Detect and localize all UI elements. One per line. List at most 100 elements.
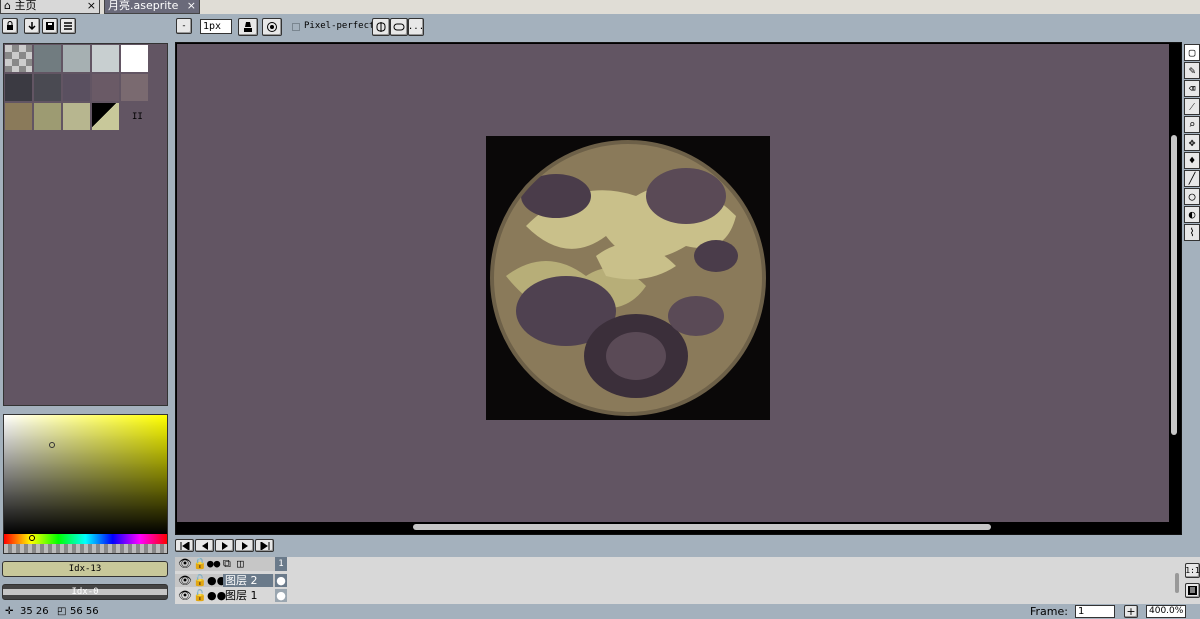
layer-name[interactable]: 图层 1 [223,589,258,602]
more-label: ... [407,22,425,32]
prev-frame-icon[interactable] [195,539,214,552]
frame-input[interactable]: 1 [1075,605,1115,618]
hue-handle[interactable] [29,535,35,541]
palette-swatch[interactable] [34,45,62,73]
more-options-button[interactable]: ... [408,18,424,36]
lock-icon[interactable]: 🔓 [193,574,207,587]
horizontal-scrollbar[interactable] [413,524,991,530]
symmetry-options-icon[interactable] [390,18,408,36]
home-icon: ⌂ [4,0,11,12]
selection-size: 56 56 [70,606,99,617]
lock-icon[interactable]: 🔒 [193,557,207,570]
lock-icon[interactable]: 🔓 [193,589,207,602]
onion-skin-icon[interactable]: ◫ [237,557,244,570]
layer-name[interactable]: 图层 2 [223,574,273,587]
foreground-color-button[interactable]: Idx-13 [2,561,168,577]
saturation-value-area[interactable] [4,415,167,534]
timeline: 👁 🔒 ●● ⧉ ◫ 1 👁 🔓 ●● 图层 2 ● 👁 🔓 ●● 图层 1 ● [175,557,1200,604]
timeline-header: 👁 🔒 ●● ⧉ ◫ [175,557,275,571]
ink-icon[interactable] [238,18,258,36]
cel-icon[interactable]: ● [275,589,287,602]
move-icon[interactable]: ✥ [1184,134,1200,151]
palette-swatch[interactable] [92,74,120,102]
palette-swatch[interactable] [92,103,120,131]
save-icon[interactable] [42,18,58,34]
background-color-button[interactable]: Idx-0 [2,584,168,600]
symmetry-icon[interactable] [372,18,390,36]
arrow-down-icon[interactable] [24,18,40,34]
timeline-scrollbar[interactable] [1175,573,1179,593]
blur-icon[interactable]: ⌇ [1184,224,1200,241]
eyedropper-icon[interactable]: ⁄ [1184,98,1200,115]
menu-icon[interactable] [60,18,76,34]
frame-header[interactable]: 1 [275,557,287,571]
playback-controls [175,539,275,553]
color-picker[interactable] [3,414,168,554]
palette-swatch[interactable] [5,45,33,73]
pixel-perfect-label: Pixel-perfect [304,21,375,31]
zoom-icon[interactable]: ⌕ [1184,116,1200,133]
crosshair-icon: ✛ [5,606,14,617]
tab-home[interactable]: ⌂ 主页 × [0,0,100,14]
tab-moon-file[interactable]: 月亮.aseprite × [104,0,200,14]
background-color-label: Idx-0 [71,587,99,597]
contour-icon[interactable]: ◐ [1184,206,1200,223]
next-frame-icon[interactable] [235,539,254,552]
layer-row[interactable]: 👁 🔓 ●● 图层 1 ● [175,589,287,602]
selection-icon: ◰ [57,606,67,617]
palette-swatch[interactable] [5,74,33,102]
brush-size-input[interactable]: 1px [200,19,232,34]
palette-swatch[interactable] [5,103,33,131]
alpha-slider[interactable] [4,544,167,553]
palette-swatch[interactable] [92,45,120,73]
close-icon[interactable]: × [187,0,196,12]
palette-swatch[interactable] [63,74,91,102]
palette-swatch[interactable] [34,74,62,102]
first-frame-icon[interactable] [175,539,194,552]
eye-icon[interactable]: 👁 [178,589,192,602]
eraser-icon[interactable]: ⌫ [1184,80,1200,97]
tab-home-label: 主页 [14,0,37,12]
bucket-icon[interactable]: ♦ [1184,152,1200,169]
vertical-scrollbar[interactable] [1171,135,1177,435]
palette-count-label: II [132,112,143,122]
zoom-input[interactable]: 400.0% [1146,605,1186,618]
brush-settings-icon[interactable] [262,18,282,36]
decrease-brush-button[interactable]: - [176,18,192,34]
palette-swatch[interactable] [121,45,149,73]
foreground-color-label: Idx-13 [68,564,102,574]
sprite-canvas[interactable] [486,136,770,420]
eye-icon[interactable]: 👁 [178,574,192,587]
palette-swatch[interactable] [34,103,62,131]
frame-label: Frame: [1030,605,1068,618]
palette-swatch[interactable] [63,103,91,131]
palette-swatch[interactable] [63,45,91,73]
lock-icon[interactable] [2,18,18,34]
palette-panel: II [3,43,168,406]
eye-icon[interactable]: 👁 [178,557,192,570]
context-toolbar: - 1px Pixel-perfect ... [0,14,1200,41]
tab-bar: ⌂ 主页 × 月亮.aseprite × [0,0,1200,14]
layer-row[interactable]: 👁 🔓 ●● 图层 2 ● [175,574,287,587]
tab-moon-label: 月亮.aseprite [108,0,179,12]
pixel-perfect-checkbox[interactable] [292,23,300,31]
close-icon[interactable]: × [87,0,96,12]
continuous-icon[interactable]: ●● [207,557,220,570]
aseprite-window: ⌂ 主页 × 月亮.aseprite × - 1px Pixel-perfect… [0,0,1200,619]
ellipse-icon[interactable]: ◯ [1184,188,1200,205]
palette-swatch[interactable] [121,74,149,102]
timeline-config-icon[interactable] [1185,583,1200,598]
timeline-zoom-button[interactable]: 1:1 [1185,563,1200,578]
minus-label: - [181,21,187,31]
new-frame-button[interactable]: + [1124,605,1138,618]
color-cursor[interactable] [49,442,55,448]
cel-icon[interactable]: ● [275,574,287,587]
link-icon[interactable]: ⧉ [223,557,231,571]
status-bar: ✛ 35 26 ◰ 56 56 Frame: 1 + 400.0% [0,604,1200,619]
line-icon[interactable]: ╱ [1184,170,1200,187]
play-icon[interactable] [215,539,234,552]
last-frame-icon[interactable] [255,539,274,552]
canvas-area[interactable] [177,44,1169,530]
pencil-icon[interactable]: ✎ [1184,62,1200,79]
marquee-icon[interactable]: ▢ [1184,44,1200,61]
